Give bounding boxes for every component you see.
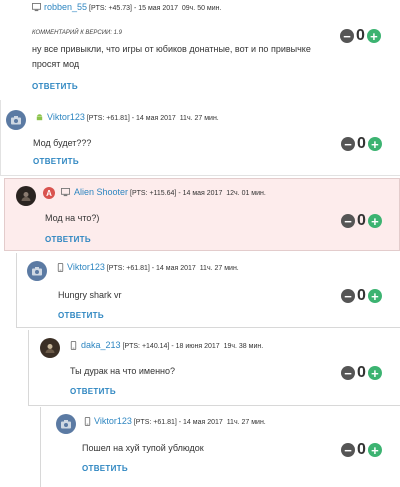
upvote-button[interactable]: +	[367, 366, 382, 380]
version-note: КОММЕНТАРИЙ К ВЕРСИИ: 1.9	[32, 30, 122, 36]
comment-text: Мод будет???	[33, 138, 92, 148]
avatar[interactable]	[27, 261, 47, 281]
vote-score: 0	[356, 27, 365, 44]
upvote-button[interactable]: +	[367, 137, 382, 151]
comment-text: Мод на что?)	[45, 213, 100, 223]
comment-text: Ты дурак на что именно?	[70, 366, 176, 376]
comment: daka_213 [PTS: +140.14] - 18 июня 2017 1…	[28, 330, 400, 406]
user-points: [PTS: +61.81]	[133, 419, 177, 426]
user-points: [PTS: +140.14]	[122, 343, 170, 350]
comment: robben_55 [PTS: +45.73] - 15 мая 2017 09…	[0, 0, 400, 98]
avatar[interactable]	[6, 110, 26, 130]
comment-text: Пошел на хуй тупой ублюдок	[82, 443, 204, 453]
vote-widget: − 0 +	[341, 212, 382, 230]
comment-meta: Viktor123 [PTS: +61.81] - 14 мая 2017 11…	[94, 416, 266, 426]
reply-button[interactable]: ОТВЕТИТЬ	[33, 157, 79, 166]
comment: Viktor123 [PTS: +61.81] - 14 мая 2017 11…	[40, 407, 400, 487]
android-icon	[35, 113, 44, 122]
comment-date: - 15 мая 2017	[133, 5, 178, 12]
comment-highlighted: A Alien Shooter [PTS: +115.64] - 14 мая …	[4, 178, 400, 251]
avatar[interactable]	[40, 338, 60, 358]
comment-meta: Alien Shooter [PTS: +115.64] - 14 мая 20…	[74, 187, 266, 197]
comment-age: 11ч. 27 мин.	[199, 265, 239, 272]
mobile-icon	[56, 263, 65, 272]
reply-button[interactable]: ОТВЕТИТЬ	[58, 311, 104, 320]
user-points: [PTS: +45.73]	[89, 5, 132, 12]
admin-badge-icon: A	[43, 187, 55, 199]
username-link[interactable]: Viktor123	[94, 416, 132, 426]
comment-age: 19ч. 38 мин.	[223, 343, 264, 350]
user-photo-icon	[45, 344, 55, 353]
vote-score: 0	[357, 287, 366, 304]
comment-text: Hungry shark vr	[58, 290, 122, 300]
upvote-button[interactable]: +	[367, 289, 382, 303]
comment-age: 11ч. 27 мин.	[226, 419, 266, 426]
user-photo-icon	[21, 192, 31, 201]
vote-score: 0	[357, 212, 366, 229]
username-link[interactable]: Viktor123	[47, 112, 85, 122]
desktop-icon	[32, 3, 41, 12]
user-points: [PTS: +61.81]	[86, 115, 130, 122]
downvote-button[interactable]: −	[341, 214, 355, 228]
vote-widget: − 0 +	[341, 441, 382, 459]
comment-meta: Viktor123 [PTS: +61.81] - 14 мая 2017 11…	[47, 112, 219, 122]
avatar[interactable]	[56, 414, 76, 434]
comment-date: - 14 мая 2017	[151, 265, 196, 272]
user-points: [PTS: +115.64]	[130, 190, 177, 197]
downvote-button[interactable]: −	[341, 289, 355, 303]
upvote-button[interactable]: +	[367, 443, 382, 457]
downvote-button[interactable]: −	[341, 137, 355, 151]
camera-icon	[61, 420, 71, 429]
reply-button[interactable]: ОТВЕТИТЬ	[45, 235, 91, 244]
comment-date: - 14 мая 2017	[131, 115, 176, 122]
camera-icon	[32, 267, 42, 276]
vote-widget: − 0 +	[341, 135, 382, 153]
comment-meta: Viktor123 [PTS: +61.81] - 14 мая 2017 11…	[67, 262, 239, 272]
comment-age: 11ч. 27 мин.	[179, 115, 219, 122]
comment-date: - 14 мая 2017	[178, 419, 223, 426]
comment-date: - 14 мая 2017	[178, 190, 223, 197]
upvote-button[interactable]: +	[367, 214, 382, 228]
comment-age: 09ч. 50 мин.	[181, 5, 222, 12]
comment-meta: daka_213 [PTS: +140.14] - 18 июня 2017 1…	[81, 340, 263, 350]
downvote-button[interactable]: −	[341, 443, 355, 457]
comment-age: 12ч. 01 мин.	[226, 190, 266, 197]
vote-score: 0	[357, 441, 366, 458]
downvote-button[interactable]: −	[340, 29, 354, 43]
upvote-button[interactable]: +	[366, 29, 381, 43]
comment-text: ну все привыкли, что игры от юбиков дона…	[32, 44, 311, 69]
username-link[interactable]: daka_213	[81, 340, 121, 350]
comments-thread: robben_55 [PTS: +45.73] - 15 мая 2017 09…	[0, 0, 400, 487]
desktop-icon	[61, 188, 70, 197]
vote-widget: − 0 +	[341, 364, 382, 382]
mobile-icon	[69, 341, 78, 350]
comment-meta: robben_55 [PTS: +45.73] - 15 мая 2017 09…	[44, 2, 221, 12]
reply-button[interactable]: ОТВЕТИТЬ	[32, 82, 78, 91]
mobile-icon	[83, 417, 92, 426]
comment-date: - 18 июня 2017	[171, 343, 220, 350]
vote-score: 0	[357, 135, 366, 152]
downvote-button[interactable]: −	[341, 366, 355, 380]
username-link[interactable]: Alien Shooter	[74, 187, 128, 197]
reply-button[interactable]: ОТВЕТИТЬ	[82, 464, 128, 473]
vote-score: 0	[357, 364, 366, 381]
comment: Viktor123 [PTS: +61.81] - 14 мая 2017 11…	[0, 100, 400, 176]
username-link[interactable]: Viktor123	[67, 262, 105, 272]
reply-button[interactable]: ОТВЕТИТЬ	[70, 387, 116, 396]
comment: Viktor123 [PTS: +61.81] - 14 мая 2017 11…	[16, 253, 400, 328]
vote-widget: − 0 +	[340, 27, 381, 45]
user-points: [PTS: +61.81]	[106, 265, 150, 272]
avatar[interactable]	[16, 186, 36, 206]
vote-widget: − 0 +	[341, 287, 382, 305]
camera-icon	[11, 116, 21, 125]
username-link[interactable]: robben_55	[44, 2, 87, 12]
